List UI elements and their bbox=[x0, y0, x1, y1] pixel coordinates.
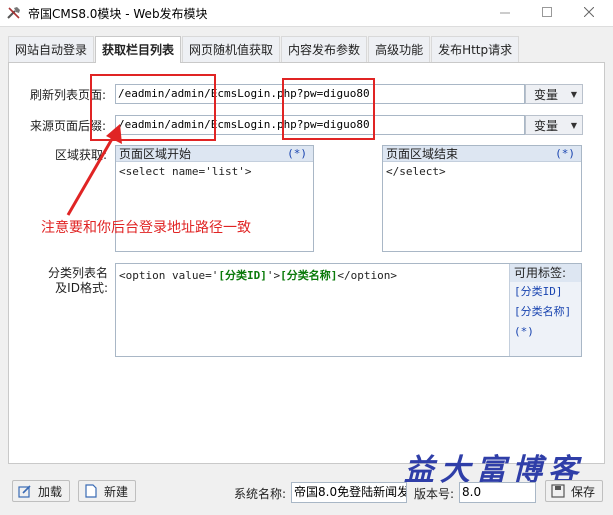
category-format-textarea[interactable]: <option value='[分类ID]'>[分类名称]</option> bbox=[116, 264, 508, 356]
window-title: 帝国CMS8.0模块 - Web发布模块 bbox=[28, 7, 208, 21]
tab-category-list[interactable]: 获取栏目列表 bbox=[95, 36, 182, 63]
region-end-header: 页面区域结束 (*) bbox=[383, 146, 581, 162]
tab-auto-login[interactable]: 网站自动登录 bbox=[8, 36, 95, 62]
chevron-down-icon: ▼ bbox=[570, 89, 577, 99]
tab-random-values[interactable]: 网页随机值获取 bbox=[182, 36, 281, 62]
region-start-wildcard-button[interactable]: (*) bbox=[287, 147, 307, 160]
close-icon bbox=[584, 7, 594, 17]
format-part: </option> bbox=[337, 269, 397, 282]
region-end-title: 页面区域结束 bbox=[386, 147, 459, 161]
tab-advanced[interactable]: 高级功能 bbox=[368, 36, 431, 62]
variable-label: 变量 bbox=[534, 118, 559, 133]
minimize-icon bbox=[500, 12, 510, 14]
system-name-label: 系统名称: bbox=[234, 487, 287, 501]
variable-label: 变量 bbox=[534, 87, 559, 102]
save-disk-icon bbox=[551, 484, 565, 498]
source-variable-dropdown[interactable]: 变量 ▼ bbox=[525, 115, 583, 135]
annotation-text: 注意要和你后台登录地址路径一致 bbox=[41, 220, 251, 236]
region-end-wildcard-button[interactable]: (*) bbox=[555, 147, 575, 160]
save-label: 保存 bbox=[571, 484, 596, 499]
available-tags-panel: 可用标签: [分类ID] [分类名称] (*) bbox=[509, 264, 581, 356]
tools-icon bbox=[7, 7, 20, 19]
format-part: <option value=' bbox=[119, 269, 219, 282]
format-part: '> bbox=[266, 269, 281, 282]
refresh-variable-dropdown[interactable]: 变量 ▼ bbox=[525, 84, 583, 104]
region-end-textarea[interactable]: </select> bbox=[383, 162, 581, 181]
region-start-header: 页面区域开始 (*) bbox=[116, 146, 313, 162]
category-format-box: <option value='[分类ID]'>[分类名称]</option> 可… bbox=[115, 263, 582, 357]
format-token-name: [分类名称] bbox=[280, 269, 338, 282]
new-button[interactable]: 新建 bbox=[78, 480, 136, 502]
load-label: 加载 bbox=[38, 484, 63, 499]
tag-category-id[interactable]: [分类ID] bbox=[510, 282, 581, 302]
arrow-icon bbox=[66, 124, 122, 216]
title-bar: 帝国CMS8.0模块 - Web发布模块 bbox=[0, 0, 613, 26]
format-token-id: [分类ID] bbox=[218, 269, 267, 282]
version-label: 版本号: bbox=[414, 487, 455, 501]
save-button[interactable]: 保存 bbox=[545, 480, 603, 502]
new-document-icon bbox=[85, 484, 97, 498]
maximize-icon bbox=[542, 7, 552, 17]
category-format-label: 分类列表名 及ID格式: bbox=[46, 266, 108, 296]
tab-strip: 网站自动登录 获取栏目列表 网页随机值获取 内容发布参数 高级功能 发布Http… bbox=[8, 36, 520, 63]
region-end-box: 页面区域结束 (*) </select> bbox=[382, 145, 582, 252]
minimize-button[interactable] bbox=[487, 0, 523, 24]
tag-wildcard[interactable]: (*) bbox=[510, 322, 581, 342]
close-button[interactable] bbox=[571, 0, 607, 24]
new-label: 新建 bbox=[104, 484, 129, 499]
system-name-input[interactable]: 帝国8.0免登陆新闻发 bbox=[291, 482, 407, 503]
version-input[interactable]: 8.0 bbox=[459, 482, 536, 503]
maximize-button[interactable] bbox=[529, 0, 565, 24]
tab-http-request[interactable]: 发布Http请求 bbox=[431, 36, 520, 62]
category-format-label-line1: 分类列表名 bbox=[47, 266, 108, 280]
available-tags-title: 可用标签: bbox=[510, 264, 581, 282]
chevron-down-icon: ▼ bbox=[570, 120, 577, 130]
region-start-textarea[interactable]: <select name='list'> bbox=[116, 162, 313, 181]
load-button[interactable]: 加载 bbox=[12, 480, 70, 502]
tag-category-name[interactable]: [分类名称] bbox=[510, 302, 581, 322]
edit-icon bbox=[18, 485, 31, 498]
tab-publish-params[interactable]: 内容发布参数 bbox=[281, 36, 368, 62]
category-format-label-line2: 及ID格式: bbox=[55, 281, 108, 295]
annotation-highlight-param bbox=[282, 78, 375, 140]
